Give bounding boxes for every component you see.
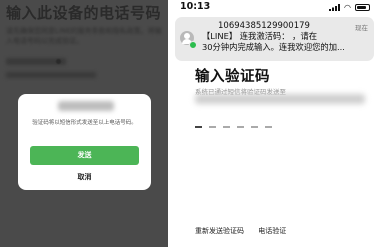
code-digit-slot <box>195 126 202 128</box>
messages-badge-icon <box>189 41 197 49</box>
status-time: 10:13 <box>180 1 211 12</box>
right-screen: 10:13 ◠ 10694385129900179 现在 【LINE】 连我激活… <box>172 0 377 247</box>
notification-sender: 10694385129900179 <box>218 21 310 31</box>
sms-notification[interactable]: 10694385129900179 现在 【LINE】 连我激活码： ，请在 3… <box>175 17 374 61</box>
send-button[interactable]: 发送 <box>30 146 139 165</box>
status-bar: 10:13 ◠ <box>172 0 377 14</box>
page-title: 输入此设备的电话号码 <box>6 4 162 22</box>
notification-body: 【LINE】 连我激活码： ，请在 30分钟内完成输入。连我欢迎您的加... <box>202 31 370 53</box>
code-digit-slot <box>209 126 216 128</box>
terms-description: 请先确保您同意LINE的服务条款和隐私政策。将输入电话号码以完成验证。 <box>6 27 162 45</box>
chevron-down-icon <box>56 59 61 64</box>
call-verification-link[interactable]: 电话验证 <box>258 227 286 235</box>
signal-icon <box>329 4 340 11</box>
code-digit-slot <box>237 126 244 128</box>
battery-icon <box>355 4 370 11</box>
cancel-button[interactable]: 取消 <box>18 172 151 182</box>
left-screen: 输入此设备的电话号码 请先确保您同意LINE的服务条款和隐私政策。将输入电话号码… <box>0 0 168 247</box>
code-digit-slot <box>265 126 272 128</box>
resend-code-link[interactable]: 重新发送验证码 <box>195 227 244 235</box>
dialog-message: 验证码将以短信形式发送至以上电话号码。 <box>32 120 137 126</box>
verification-heading: 输入验证码 <box>195 69 270 85</box>
verification-actions: 重新发送验证码 电话验证 <box>195 226 298 236</box>
phone-number-display <box>58 101 114 111</box>
notification-line-1: 【LINE】 连我激活码： ，请在 <box>202 31 318 41</box>
phone-number-field[interactable] <box>6 72 96 78</box>
wifi-icon: ◠ <box>344 3 351 12</box>
code-digit-slot <box>223 126 230 128</box>
notification-line-2: 30分钟内完成输入。连我欢迎您的加... <box>202 42 345 52</box>
masked-phone-number <box>195 94 365 104</box>
confirm-dialog: 验证码将以短信形式发送至以上电话号码。 发送 取消 <box>18 94 151 190</box>
code-digit-slot <box>251 126 258 128</box>
code-input[interactable] <box>195 126 272 128</box>
